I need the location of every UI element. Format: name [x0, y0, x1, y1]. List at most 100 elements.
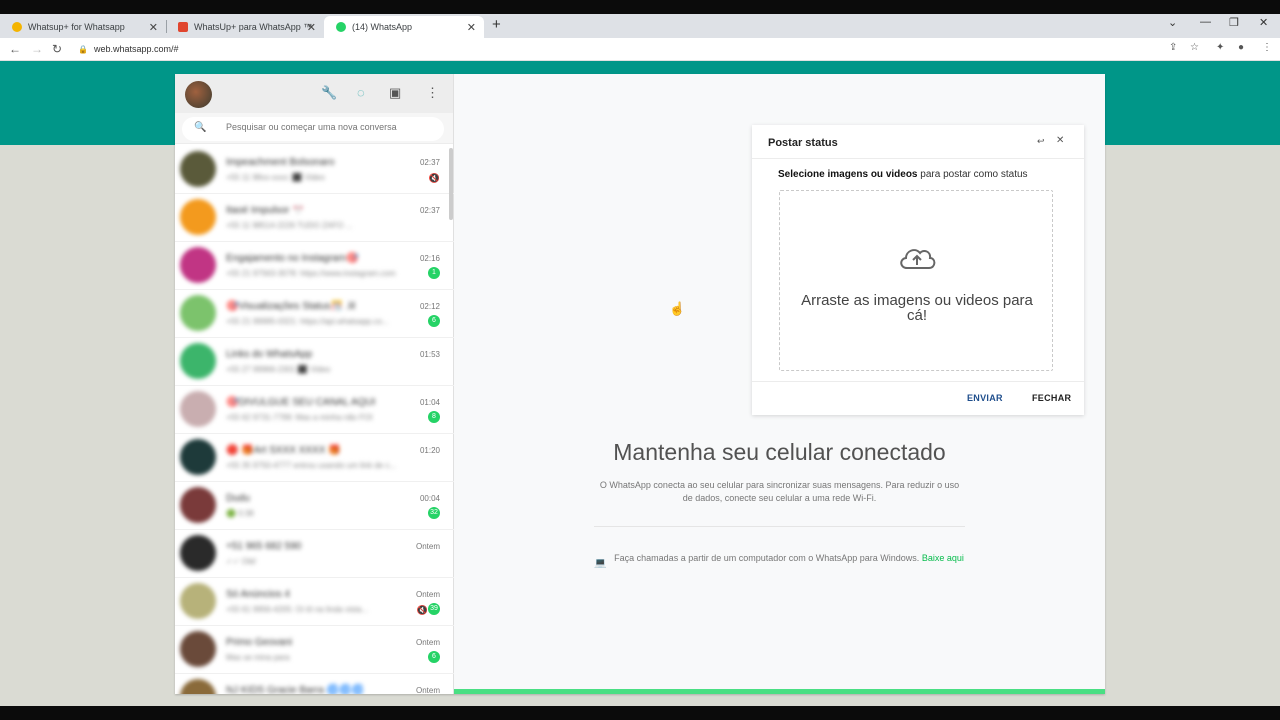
- file-dropzone[interactable]: Arraste as imagens ou videos para cá!: [779, 190, 1053, 371]
- chat-avatar: [180, 631, 216, 667]
- extensions-puzzle-icon[interactable]: ✦: [1216, 42, 1224, 53]
- minimize-icon[interactable]: —: [1200, 16, 1211, 28]
- close-window-icon[interactable]: ✕: [1259, 16, 1268, 29]
- profile-icon[interactable]: ●: [1238, 42, 1244, 53]
- chat-name: Links do WhatsApp: [226, 349, 313, 360]
- share-icon[interactable]: ⇪: [1169, 42, 1177, 53]
- chat-name: NJ KIDS Gracie Barra 🌀🌀🌀: [226, 685, 364, 694]
- minimize-modal-icon[interactable]: ↩: [1037, 136, 1045, 147]
- new-chat-icon[interactable]: ▣: [389, 85, 401, 101]
- chat-list-item[interactable]: 🎯Visualizações Status🎊 .lil +55 21 99995…: [175, 290, 454, 338]
- chat-name: Impeachment Bolsonaro: [226, 157, 335, 168]
- chat-list-item[interactable]: Impeachment Bolsonaro +55 11 98xx-xxxx: …: [175, 146, 454, 194]
- chat-name: 🔴 🎁Art SXXX XXXX 🎁: [226, 445, 341, 456]
- close-tab-icon[interactable]: ✕: [149, 21, 158, 34]
- close-button[interactable]: FECHAR: [1032, 393, 1071, 403]
- chat-time: 01:53: [419, 350, 440, 359]
- chat-list-item[interactable]: Itaoé Impulsor 🎌 +55 11 98514-2226 TUDO …: [175, 194, 454, 242]
- main-description: O WhatsApp conecta ao seu celular para s…: [599, 480, 960, 503]
- scrollbar[interactable]: [449, 148, 453, 220]
- unread-badge: 8: [428, 411, 440, 423]
- unread-badge: 32: [428, 507, 440, 519]
- reload-icon[interactable]: ↻: [52, 42, 62, 56]
- chat-last-message: +55 27 99966-2301 ⬛ Video: [226, 365, 331, 374]
- whatsapp-icon: [336, 22, 346, 32]
- unread-badge: 6: [428, 315, 440, 327]
- close-tab-icon[interactable]: ✕: [467, 21, 476, 34]
- chrome-web-store-icon: [12, 22, 22, 32]
- bottom-black-bar: [0, 706, 1280, 720]
- chat-name: Dudu: [226, 493, 250, 504]
- back-icon[interactable]: ←: [9, 42, 21, 56]
- wrench-icon[interactable]: 🔧: [321, 85, 337, 101]
- chat-avatar: [180, 487, 216, 523]
- divider: [752, 158, 1084, 159]
- chat-list-item[interactable]: Primo Geovani Mas se mina para Ontem 6: [175, 626, 454, 674]
- chat-avatar: [180, 151, 216, 187]
- chat-name: Primo Geovani: [226, 637, 293, 648]
- chat-list-item[interactable]: Só Anúncios 4 +55 61 9956-4205: Oi tô na…: [175, 578, 454, 626]
- unread-badge: 6: [428, 651, 440, 663]
- dropzone-text: Arraste as imagens ou videos para cá!: [801, 292, 1033, 324]
- chat-avatar: [180, 535, 216, 571]
- tab-whatsapp[interactable]: (14) WhatsApp ✕: [324, 16, 484, 38]
- chat-time: Ontem: [415, 686, 440, 694]
- url-text: web.whatsapp.com/#: [93, 44, 179, 54]
- chat-last-message: +55 35 9750-4777 entrou usando um link d…: [226, 461, 396, 470]
- chat-time: 00:04: [419, 494, 440, 503]
- search-input[interactable]: [226, 122, 436, 132]
- chat-list-item[interactable]: Links do WhatsApp +55 27 99966-2301 ⬛ Vi…: [175, 338, 454, 386]
- windows-text: Faça chamadas a partir de um computador …: [614, 553, 920, 563]
- chat-last-message: 🟢 0:38: [226, 509, 254, 518]
- chat-name: +51 965 682 590: [226, 541, 302, 552]
- chat-time: Ontem: [415, 638, 440, 647]
- whatsapp-app: 🔧 ◌ ▣ ⋮ 🔍 Impeachment Bolsonaro +55 11 9…: [175, 74, 1105, 694]
- chrome-menu-icon[interactable]: ⋮: [1262, 42, 1272, 53]
- chat-time: 02:37: [419, 206, 440, 215]
- new-tab-button[interactable]: +: [492, 16, 501, 33]
- bookmark-star-icon[interactable]: ☆: [1190, 42, 1199, 53]
- chat-time: 02:12: [419, 302, 440, 311]
- tab-whatsup-for-whatsapp[interactable]: Whatsup+ for Whatsapp ✕: [0, 16, 166, 38]
- url-field[interactable]: 🔒 web.whatsapp.com/#: [78, 41, 179, 57]
- close-tab-icon[interactable]: ✕: [307, 21, 316, 34]
- tab-search-icon[interactable]: ⌄: [1168, 16, 1177, 29]
- address-bar: [0, 38, 1280, 61]
- chat-last-message: +55 62 9731-7799: Mas a minha não FOI: [226, 413, 373, 422]
- chat-last-message: +55 11 98xx-xxxx: ⬛ Video: [226, 173, 325, 182]
- modal-instructions: Selecione imagens ou videos para postar …: [778, 169, 1028, 180]
- forward-icon[interactable]: →: [31, 42, 43, 56]
- chat-time: 02:37: [419, 158, 440, 167]
- chat-last-message: Mas se mina para: [226, 653, 290, 662]
- laptop-icon: 💻: [594, 558, 607, 569]
- sidebar: 🔧 ◌ ▣ ⋮ 🔍 Impeachment Bolsonaro +55 11 9…: [175, 74, 454, 694]
- post-status-modal: Postar status ↩ ✕ Selecione imagens ou v…: [752, 125, 1084, 415]
- chat-list-item[interactable]: NJ KIDS Gracie Barra 🌀🌀🌀 ... Ontem: [175, 674, 454, 694]
- chat-list: Impeachment Bolsonaro +55 11 98xx-xxxx: …: [175, 146, 454, 694]
- tab-title: (14) WhatsApp: [352, 22, 413, 32]
- chat-list-item[interactable]: +51 965 682 590 ✓✓ Olá! Ontem: [175, 530, 454, 578]
- chat-list-item[interactable]: 🎯DIVULGUE SEU CANAL AQUI +55 62 9731-779…: [175, 386, 454, 434]
- download-link[interactable]: Baixe aqui: [922, 553, 964, 563]
- restore-icon[interactable]: ❐: [1229, 16, 1239, 29]
- bottom-green-bar: [454, 689, 1105, 694]
- instructions-bold: Selecione imagens ou videos: [778, 169, 918, 180]
- chat-name: 🎯DIVULGUE SEU CANAL AQUI: [226, 397, 376, 408]
- chat-list-item[interactable]: Dudu 🟢 0:38 00:04 32: [175, 482, 454, 530]
- tab-whatsup-para-whatsapp[interactable]: WhatsUp+ para WhatsApp ™ - C ✕: [166, 16, 324, 38]
- send-button[interactable]: ENVIAR: [967, 393, 1003, 403]
- chat-time: Ontem: [415, 590, 440, 599]
- chat-list-item[interactable]: 🔴 🎁Art SXXX XXXX 🎁 +55 35 9750-4777 entr…: [175, 434, 454, 482]
- close-modal-icon[interactable]: ✕: [1056, 135, 1064, 146]
- menu-icon[interactable]: ⋮: [426, 85, 439, 101]
- search-box[interactable]: 🔍: [182, 117, 444, 141]
- chat-list-item[interactable]: Engajamento no Instagram🎯 +55 21 97563-3…: [175, 242, 454, 290]
- chat-time: 02:16: [419, 254, 440, 263]
- chat-avatar: [180, 295, 216, 331]
- status-icon[interactable]: ◌: [357, 85, 365, 100]
- unread-badge: 1: [428, 267, 440, 279]
- unread-badge: 39: [428, 603, 440, 615]
- avatar[interactable]: [185, 81, 212, 108]
- divider: [752, 381, 1084, 382]
- chat-name: Engajamento no Instagram🎯: [226, 253, 359, 264]
